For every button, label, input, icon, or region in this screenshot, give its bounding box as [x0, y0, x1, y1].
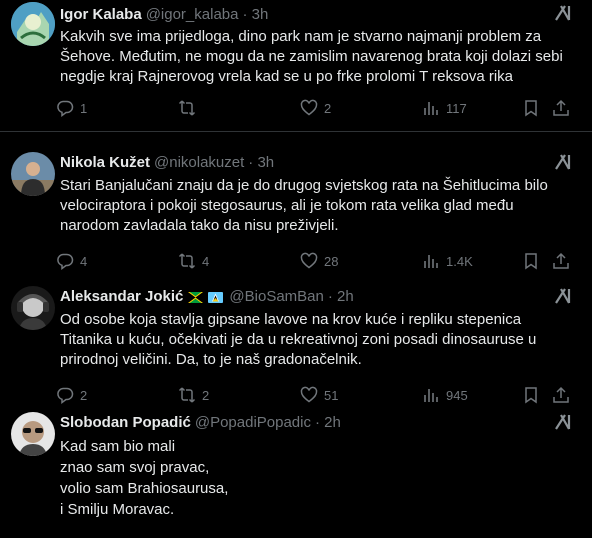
author-name[interactable]: Slobodan Popadić [60, 413, 191, 433]
tweet-slobodan-popadic[interactable]: Slobodan Popadić @PopadiPopadic · 2h Kad… [0, 402, 592, 538]
reply-icon [57, 253, 74, 270]
like-count: 2 [324, 100, 332, 116]
bookmark-icon [525, 100, 537, 117]
like-button[interactable]: 2 [300, 99, 422, 117]
tweet-text: Kakvih sve ima prijedloga, dino park nam… [60, 28, 563, 85]
like-count: 51 [324, 387, 339, 403]
avatar[interactable] [11, 286, 55, 330]
tweet-time[interactable]: · 3h [248, 153, 274, 173]
share-icon [553, 252, 569, 269]
views-count: 945 [446, 387, 468, 403]
share-button[interactable] [552, 99, 572, 117]
author-handle[interactable]: @PopadiPopadic [195, 413, 311, 433]
views-icon [424, 102, 438, 115]
author-handle[interactable]: @nikolakuzet [154, 153, 244, 173]
divider [0, 131, 592, 132]
views-count: 1.4K [446, 253, 473, 269]
retweet-icon [178, 253, 196, 269]
avatar[interactable] [11, 2, 55, 46]
grok-icon[interactable] [554, 153, 574, 171]
tweet-aleksandar-jokic[interactable]: Aleksandar Jokić @BioSamBan · 2h Od osob… [0, 278, 592, 408]
avatar[interactable] [11, 412, 55, 456]
tweet-header: Nikola Kužet @nikolakuzet · 3h [60, 153, 274, 173]
tweet-igor-kalaba[interactable]: Igor Kalaba @igor_kalaba · 3h Kakvih sve… [0, 0, 592, 130]
like-button[interactable]: 28 [300, 252, 422, 270]
bookmark-button[interactable] [522, 99, 552, 117]
bookmark-icon [525, 253, 537, 270]
saint-lucia-flag-icon [208, 291, 224, 303]
tweet-actions: 4 4 28 1.4K [56, 251, 586, 271]
views-count: 117 [446, 100, 467, 116]
views-button[interactable]: 1.4K [422, 252, 522, 270]
tweet-nikola-kuzet[interactable]: Nikola Kužet @nikolakuzet · 3h Stari Ban… [0, 140, 592, 275]
author-handle[interactable]: @igor_kalaba [146, 5, 239, 25]
reply-button[interactable]: 4 [56, 252, 178, 270]
avatar-image [11, 152, 55, 196]
share-button[interactable] [552, 252, 572, 270]
tweet-time[interactable]: · 2h [328, 287, 354, 307]
avatar[interactable] [11, 152, 55, 196]
retweet-icon [178, 100, 196, 116]
retweet-button[interactable]: 4 [178, 252, 300, 270]
author-handle[interactable]: @BioSamBan [229, 287, 323, 307]
views-button[interactable]: 117 [422, 99, 522, 117]
tweet-text: Kad sam bio mali znao sam svoj pravac, v… [60, 438, 229, 518]
share-icon [553, 99, 569, 116]
avatar-image [11, 286, 55, 330]
reply-count: 1 [80, 100, 88, 116]
grok-icon[interactable] [554, 4, 574, 22]
reply-icon [57, 100, 74, 117]
tweet-time[interactable]: · 3h [242, 5, 268, 25]
tweet-header: Igor Kalaba @igor_kalaba · 3h [60, 5, 268, 25]
reply-count: 4 [80, 253, 88, 269]
tweet-text: Stari Banjalučani znaju da je do drugog … [60, 177, 548, 234]
tweet-header: Slobodan Popadić @PopadiPopadic · 2h [60, 413, 341, 433]
avatar-image [11, 2, 55, 46]
reply-button[interactable]: 1 [56, 99, 178, 117]
grok-icon[interactable] [554, 287, 574, 305]
like-count: 28 [324, 253, 339, 269]
reply-count: 2 [80, 387, 88, 403]
retweet-button[interactable] [178, 99, 300, 117]
jamaica-flag-icon [188, 291, 204, 303]
like-icon [300, 99, 318, 116]
retweet-count: 4 [202, 253, 210, 269]
tweet-actions: 1 2 117 [56, 98, 586, 118]
author-name[interactable]: Igor Kalaba [60, 5, 142, 25]
avatar-image [11, 412, 55, 456]
tweet-text: Od osobe koja stavlja gipsane lavove na … [60, 311, 537, 368]
retweet-count: 2 [202, 387, 210, 403]
author-name[interactable]: Aleksandar Jokić [60, 287, 183, 307]
bookmark-button[interactable] [522, 252, 552, 270]
views-icon [424, 255, 438, 268]
tweet-header: Aleksandar Jokić @BioSamBan · 2h [60, 287, 354, 307]
author-name[interactable]: Nikola Kužet [60, 153, 150, 173]
grok-icon[interactable] [554, 413, 574, 431]
like-icon [300, 252, 318, 269]
tweet-time[interactable]: · 2h [315, 413, 341, 433]
